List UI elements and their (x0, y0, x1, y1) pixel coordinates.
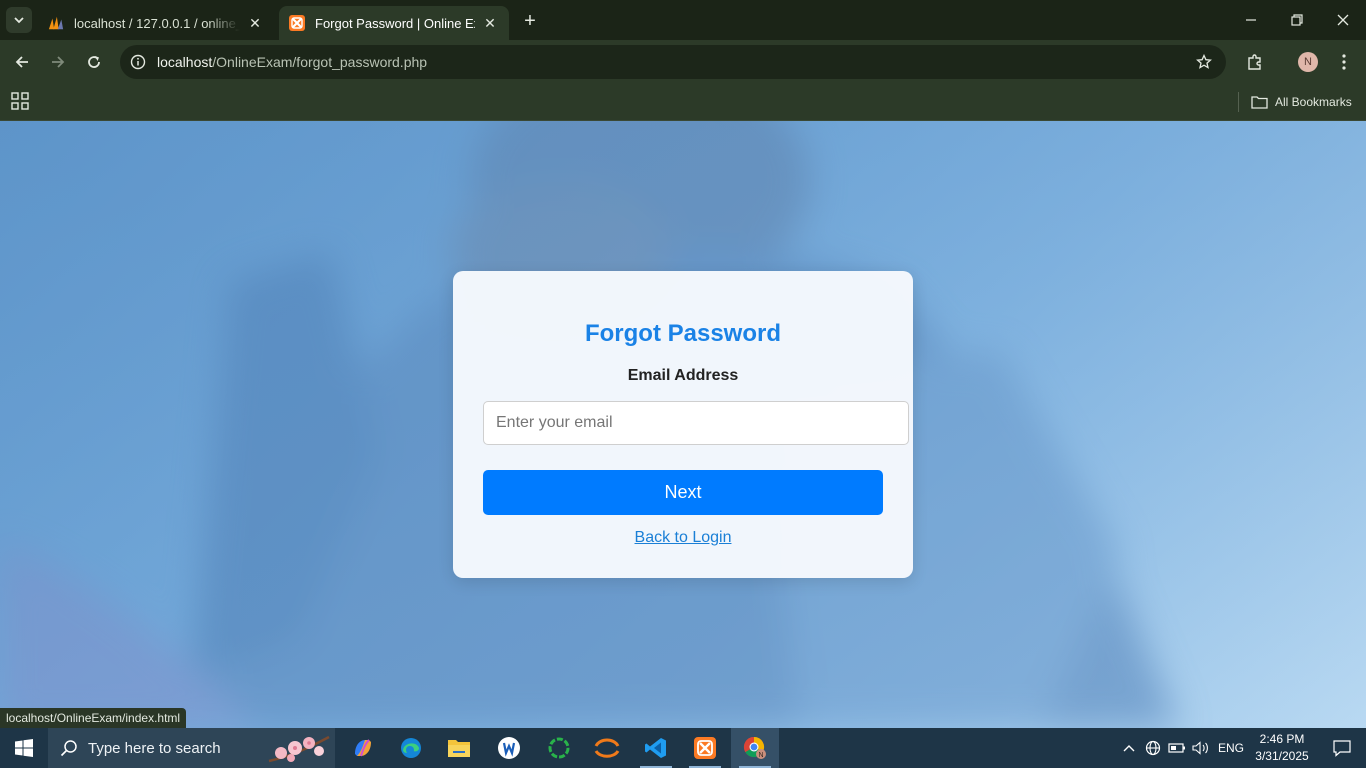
chevron-down-icon (14, 17, 24, 24)
all-bookmarks-button[interactable]: All Bookmarks (1251, 92, 1352, 112)
close-window-button[interactable] (1320, 0, 1366, 40)
folder-icon (1251, 96, 1268, 109)
edge-icon[interactable] (387, 728, 435, 768)
url-host: localhost (157, 54, 213, 70)
network-icon[interactable] (1143, 728, 1163, 768)
extensions-button[interactable] (1243, 50, 1267, 74)
more-vertical-icon (1342, 54, 1346, 70)
back-button[interactable] (10, 50, 34, 74)
taskbar: Type here to search N ENG 2:46 PM 3/31/2… (0, 728, 1366, 768)
forward-button[interactable] (46, 50, 70, 74)
new-tab-button[interactable]: + (518, 9, 542, 33)
restore-button[interactable] (1274, 0, 1320, 40)
restore-icon (1291, 14, 1303, 26)
windows-logo-icon (15, 739, 33, 757)
bookmarks-divider (1238, 92, 1239, 112)
tab-title: Forgot Password | Online Exam (315, 15, 475, 31)
tab-title: localhost / 127.0.0.1 / online_exam (74, 15, 240, 31)
tab-strip: localhost / 127.0.0.1 / online_exam ✕ Fo… (0, 0, 1366, 40)
browser-menu-button[interactable] (1332, 50, 1356, 74)
taskbar-search[interactable]: Type here to search (48, 728, 335, 768)
copilot-icon[interactable] (339, 728, 387, 768)
xampp-icon (289, 15, 305, 31)
phpmyadmin-icon (48, 15, 64, 31)
arrow-left-icon (15, 56, 28, 68)
url-path: /OnlineExam/forgot_password.php (212, 54, 428, 70)
apps-grid-icon[interactable] (11, 92, 29, 110)
show-hidden-icons-button[interactable] (1119, 728, 1139, 768)
clock-time: 2:46 PM (1259, 732, 1305, 746)
browser-toolbar: localhost/OnlineExam/forgot_password.php… (0, 40, 1366, 84)
minimize-button[interactable] (1228, 0, 1274, 40)
chrome-icon[interactable]: N (731, 728, 779, 768)
url-text: localhost/OnlineExam/forgot_password.php (157, 54, 427, 70)
all-bookmarks-label: All Bookmarks (1275, 95, 1352, 109)
bookmark-star-icon[interactable] (1194, 52, 1214, 72)
cherry-blossom-icon (268, 735, 330, 763)
svg-text:N: N (758, 752, 763, 759)
page-viewport: Forgot Password Email Address Next Back … (0, 121, 1366, 728)
start-button[interactable] (0, 728, 48, 768)
volume-icon[interactable] (1191, 728, 1211, 768)
close-tab-icon[interactable]: ✕ (481, 14, 499, 32)
tab-search-button[interactable] (6, 7, 32, 33)
puzzle-icon (1248, 54, 1261, 70)
forgot-password-card: Forgot Password Email Address Next Back … (453, 271, 913, 578)
link-status-bubble: localhost/OnlineExam/index.html (0, 708, 187, 728)
app-ring-icon[interactable] (535, 728, 583, 768)
orange-arc-icon[interactable] (583, 728, 631, 768)
search-placeholder: Type here to search (88, 739, 221, 757)
notification-center-button[interactable] (1318, 728, 1366, 768)
arrow-right-icon (52, 56, 65, 68)
email-label: Email Address (627, 367, 739, 384)
avatar: N (1298, 52, 1318, 72)
tab-forgot-password[interactable]: Forgot Password | Online Exam ✕ (279, 6, 509, 40)
page-title: Forgot Password (584, 320, 782, 347)
language-indicator[interactable]: ENG (1218, 728, 1244, 768)
xampp-icon[interactable] (681, 728, 729, 768)
clock-date: 3/31/2025 (1255, 749, 1309, 763)
reload-icon (88, 56, 100, 68)
word-icon[interactable] (485, 728, 533, 768)
chevron-up-icon (1123, 745, 1135, 752)
vscode-icon[interactable] (632, 728, 680, 768)
profile-button[interactable]: N (1296, 50, 1320, 74)
clock[interactable]: 2:46 PM 3/31/2025 (1246, 731, 1318, 765)
battery-icon[interactable] (1167, 728, 1187, 768)
close-icon (1337, 14, 1349, 26)
notification-icon (1333, 740, 1351, 757)
back-to-login-link[interactable]: Back to Login (453, 529, 913, 547)
tab-phpmyadmin[interactable]: localhost / 127.0.0.1 / online_exam ✕ (38, 6, 274, 40)
reload-button[interactable] (82, 50, 106, 74)
close-tab-icon[interactable]: ✕ (246, 14, 264, 32)
search-icon (60, 740, 77, 757)
site-info-icon[interactable] (127, 51, 149, 73)
file-explorer-icon[interactable] (435, 728, 483, 768)
bookmarks-bar: All Bookmarks (0, 84, 1366, 121)
minimize-icon (1246, 19, 1256, 21)
next-button[interactable]: Next (483, 470, 883, 515)
email-field[interactable] (483, 401, 909, 445)
address-bar[interactable]: localhost/OnlineExam/forgot_password.php (120, 45, 1226, 79)
